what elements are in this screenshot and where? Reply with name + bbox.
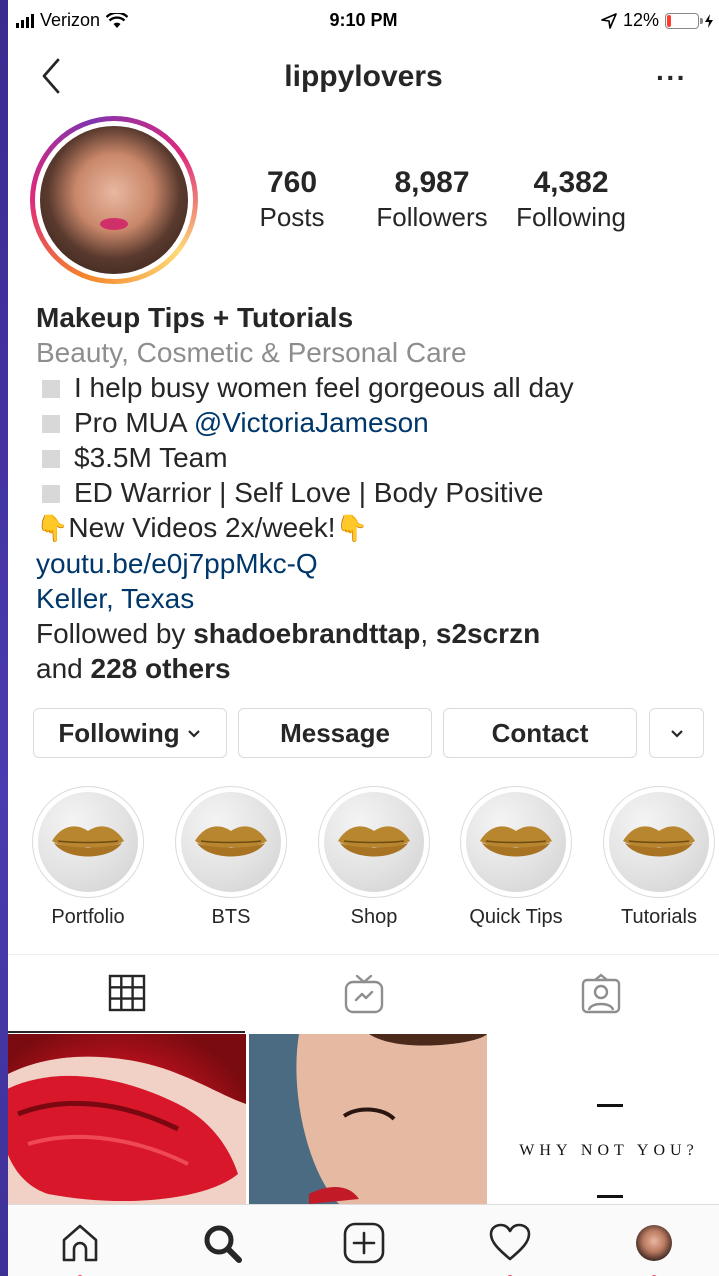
tab-igtv[interactable] (245, 955, 482, 1033)
highlight-cover (603, 786, 715, 898)
bio-line: Pro MUA @VictoriaJameson (36, 405, 706, 440)
square-bullet-icon (42, 485, 60, 503)
mention-link[interactable]: @VictoriaJameson (194, 407, 429, 438)
nav-activity[interactable] (486, 1219, 534, 1276)
highlight-label: BTS (211, 906, 251, 928)
tab-grid[interactable] (8, 955, 245, 1033)
highlight-tutorials[interactable]: Tutorials (603, 786, 715, 929)
location-arrow-icon (601, 12, 617, 29)
makeup-face-image (249, 1034, 487, 1204)
chevron-down-icon (187, 730, 200, 738)
square-bullet-icon (42, 450, 60, 468)
following-count: 4,382 (533, 166, 609, 199)
gold-lips-icon (623, 826, 695, 857)
following-label: Following (516, 202, 626, 232)
grid-icon (108, 974, 145, 1012)
igtv-icon (344, 974, 383, 1014)
gold-lips-icon (52, 826, 124, 857)
post-thumbnail[interactable] (8, 1034, 246, 1204)
nav-search[interactable] (198, 1219, 246, 1267)
highlight-shop[interactable]: Shop (318, 786, 430, 929)
highlight-portfolio[interactable]: Portfolio (32, 786, 144, 929)
followed-by[interactable]: Followed by shadoebrandttap, s2scrzn (36, 616, 706, 651)
search-icon (204, 1225, 242, 1263)
profile-username: lippylovers (284, 60, 443, 93)
add-post-icon (343, 1222, 385, 1264)
highlight-cover (318, 786, 430, 898)
charging-bolt-icon (705, 13, 713, 28)
highlight-label: Quick Tips (469, 906, 563, 928)
following-button[interactable]: Following (33, 708, 227, 758)
highlight-quick-tips[interactable]: Quick Tips (460, 786, 572, 929)
followers-stat[interactable]: 8,987 Followers (366, 166, 498, 233)
battery-percent: 12% (622, 10, 659, 30)
battery-icon (665, 12, 703, 29)
highlight-label: Shop (350, 906, 398, 928)
square-bullet-icon (42, 380, 60, 398)
nav-profile[interactable] (630, 1219, 678, 1276)
tab-tagged[interactable] (482, 955, 719, 1033)
website-link[interactable]: youtu.be/e0j7ppMkc-Q (36, 546, 706, 581)
highlight-label: Portfolio (51, 906, 125, 928)
chevron-down-icon (670, 730, 683, 738)
gold-lips-icon (338, 826, 410, 857)
pointing-down-icon: 👇 (36, 513, 69, 543)
highlight-cover (175, 786, 287, 898)
followers-label: Followers (376, 202, 488, 232)
instagram-profile-screen: Verizon 9:10 PM 12% lippylovers ··· 760 … (8, 0, 719, 1276)
heart-icon (489, 1223, 531, 1261)
profile-category: Beauty, Cosmetic & Personal Care (36, 337, 467, 368)
post-thumbnail[interactable]: WHY NOT YOU? (490, 1034, 719, 1204)
location-link[interactable]: Keller, Texas (36, 581, 706, 616)
profile-avatar-icon (636, 1225, 672, 1261)
profile-bio: Makeup Tips + Tutorials Beauty, Cosmetic… (36, 300, 706, 686)
nav-home[interactable] (56, 1219, 104, 1276)
post-caption-text: WHY NOT YOU? (519, 1142, 699, 1159)
highlight-cover (32, 786, 144, 898)
bio-line: I help busy women feel gorgeous all day (36, 370, 706, 405)
nav-new-post[interactable] (340, 1219, 388, 1267)
message-button[interactable]: Message (238, 708, 432, 758)
followers-count: 8,987 (394, 166, 470, 199)
status-bar: Verizon 9:10 PM 12% (8, 0, 719, 44)
suggested-accounts-button[interactable] (649, 708, 704, 758)
following-stat[interactable]: 4,382 Following (506, 166, 636, 233)
highlight-bts[interactable]: BTS (175, 786, 287, 929)
avatar (40, 126, 188, 274)
followed-by-user: s2scrzn (435, 618, 541, 649)
profile-tabs (8, 954, 719, 1033)
story-ring[interactable] (30, 116, 198, 284)
tagged-user-icon (581, 973, 620, 1014)
home-icon (62, 1224, 98, 1262)
profile-header: lippylovers ··· (8, 44, 719, 112)
bottom-nav (8, 1204, 719, 1276)
followed-by-others[interactable]: and 228 others (36, 651, 706, 686)
contact-button[interactable]: Contact (443, 708, 637, 758)
followed-by-user: shadoebrandttap (193, 618, 421, 649)
red-lips-image (8, 1056, 246, 1204)
gold-lips-icon (195, 826, 267, 857)
bio-line: $3.5M Team (36, 440, 706, 475)
bio-line: ED Warrior | Self Love | Body Positive (36, 475, 706, 510)
pointing-down-icon: 👇 (335, 513, 368, 543)
highlight-cover (460, 786, 572, 898)
posts-stat[interactable]: 760 Posts (244, 166, 340, 233)
gold-lips-icon (480, 826, 552, 857)
more-options-button[interactable]: ··· (656, 62, 687, 94)
square-bullet-icon (42, 415, 60, 433)
status-right: 12% (601, 10, 713, 31)
post-grid: WHY NOT YOU? (8, 1034, 719, 1204)
bio-line: 👇New Videos 2x/week!👇 (36, 510, 706, 546)
highlight-label: Tutorials (621, 906, 697, 928)
posts-label: Posts (259, 202, 325, 232)
posts-count: 760 (266, 166, 318, 199)
post-thumbnail[interactable] (249, 1034, 487, 1204)
profile-name: Makeup Tips + Tutorials (36, 302, 354, 333)
